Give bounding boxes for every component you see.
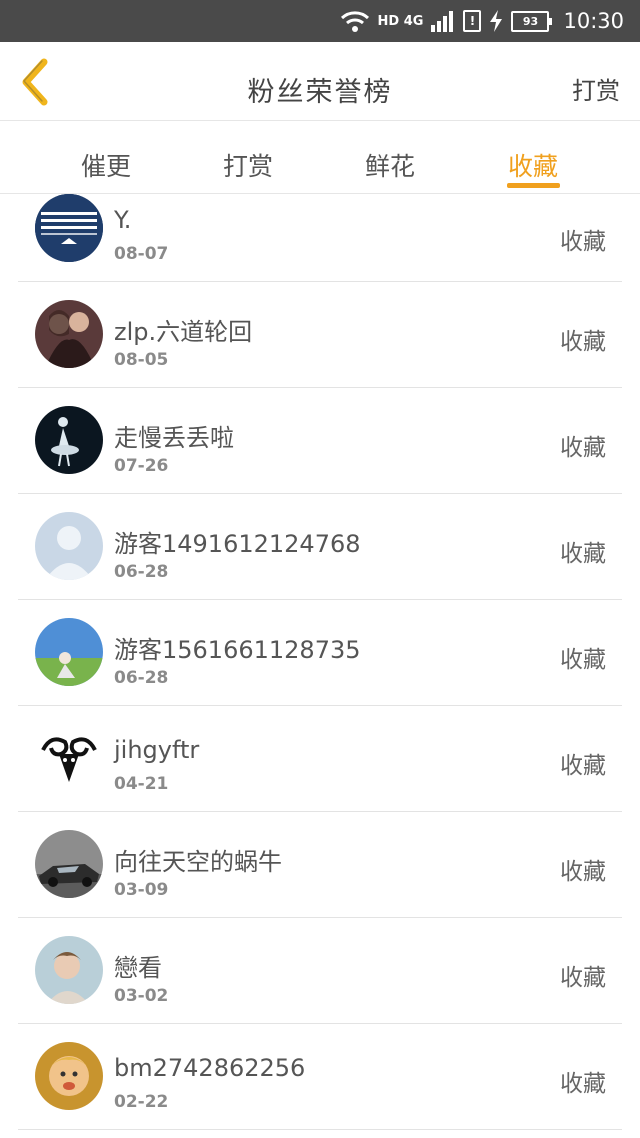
sim-alert-icon: !: [463, 10, 482, 32]
favorite-date: 07-26: [114, 456, 169, 476]
avatar: [35, 512, 103, 580]
favorite-date: 06-28: [114, 562, 169, 582]
action-label: 收藏: [560, 1071, 606, 1097]
user-name: 游客1561661128735: [114, 636, 361, 664]
page-title: 粉丝荣誉榜: [247, 77, 393, 108]
list-item[interactable]: jihgyftr 04-21 收藏: [18, 706, 622, 812]
favorite-date: 02-22: [114, 1092, 169, 1112]
avatar: [35, 724, 103, 792]
user-name: bm2742862256: [114, 1054, 306, 1082]
status-time: 10:30: [563, 9, 624, 33]
avatar: [35, 406, 103, 474]
wifi-icon: [340, 11, 369, 32]
favorite-date: 03-02: [114, 986, 169, 1006]
battery-icon: 93: [511, 10, 553, 32]
list-item[interactable]: 戀看 03-02 收藏: [18, 918, 622, 1024]
user-name: 游客1491612124768: [114, 530, 361, 558]
avatar: [35, 1042, 103, 1110]
action-label: 收藏: [560, 541, 606, 567]
list-item[interactable]: 游客1491612124768 06-28 收藏: [18, 494, 622, 600]
action-label: 收藏: [560, 435, 606, 461]
signal-icon: [431, 11, 454, 32]
list-item[interactable]: zlp.六道轮回 08-05 收藏: [18, 282, 622, 388]
tab-favorites[interactable]: 收藏: [483, 147, 583, 183]
favorite-date: 04-21: [114, 774, 169, 794]
action-label: 收藏: [560, 229, 606, 255]
header: 粉丝荣誉榜 打赏: [0, 42, 640, 121]
tab-flowers[interactable]: 鲜花: [340, 147, 440, 183]
favorite-date: 08-07: [114, 244, 169, 264]
list-item[interactable]: bm2742862256 02-22 收藏: [18, 1024, 622, 1130]
user-name: 向往天空的蜗牛: [114, 848, 282, 876]
favorite-date: 03-09: [114, 880, 169, 900]
favorite-date: 06-28: [114, 668, 169, 688]
avatar: [35, 830, 103, 898]
avatar: [35, 300, 103, 368]
list-item[interactable]: 向往天空的蜗牛 03-09 收藏: [18, 812, 622, 918]
user-name: 戀看: [114, 954, 162, 982]
charging-icon: [490, 10, 503, 32]
favorite-date: 08-05: [114, 350, 169, 370]
battery-level: 93: [522, 14, 539, 28]
tab-bar: 催更 打赏 鲜花 收藏: [0, 121, 640, 194]
tab-reward[interactable]: 打赏: [198, 147, 298, 183]
action-label: 收藏: [560, 965, 606, 991]
status-bar: HD 4G ! 93 10:30: [0, 0, 640, 42]
fan-list: Y. 08-07 收藏 zlp.六道轮回 08-05 收藏 走慢丢丢啦 07-2…: [0, 194, 640, 1130]
avatar: [35, 618, 103, 686]
action-label: 收藏: [560, 329, 606, 355]
tab-urge[interactable]: 催更: [56, 147, 156, 183]
user-name: 走慢丢丢啦: [114, 424, 234, 452]
action-label: 收藏: [560, 647, 606, 673]
active-tab-indicator: [507, 183, 560, 188]
avatar: [35, 936, 103, 1004]
user-name: jihgyftr: [114, 736, 200, 764]
avatar: [35, 194, 103, 262]
user-name: zlp.六道轮回: [114, 318, 253, 346]
list-item[interactable]: Y. 08-07 收藏: [18, 194, 622, 282]
action-label: 收藏: [560, 753, 606, 779]
network-type-label: HD 4G: [377, 13, 424, 29]
action-label: 收藏: [560, 859, 606, 885]
reward-button[interactable]: 打赏: [572, 71, 620, 106]
user-name: Y.: [114, 206, 132, 234]
list-item[interactable]: 游客1561661128735 06-28 收藏: [18, 600, 622, 706]
list-item[interactable]: 走慢丢丢啦 07-26 收藏: [18, 388, 622, 494]
